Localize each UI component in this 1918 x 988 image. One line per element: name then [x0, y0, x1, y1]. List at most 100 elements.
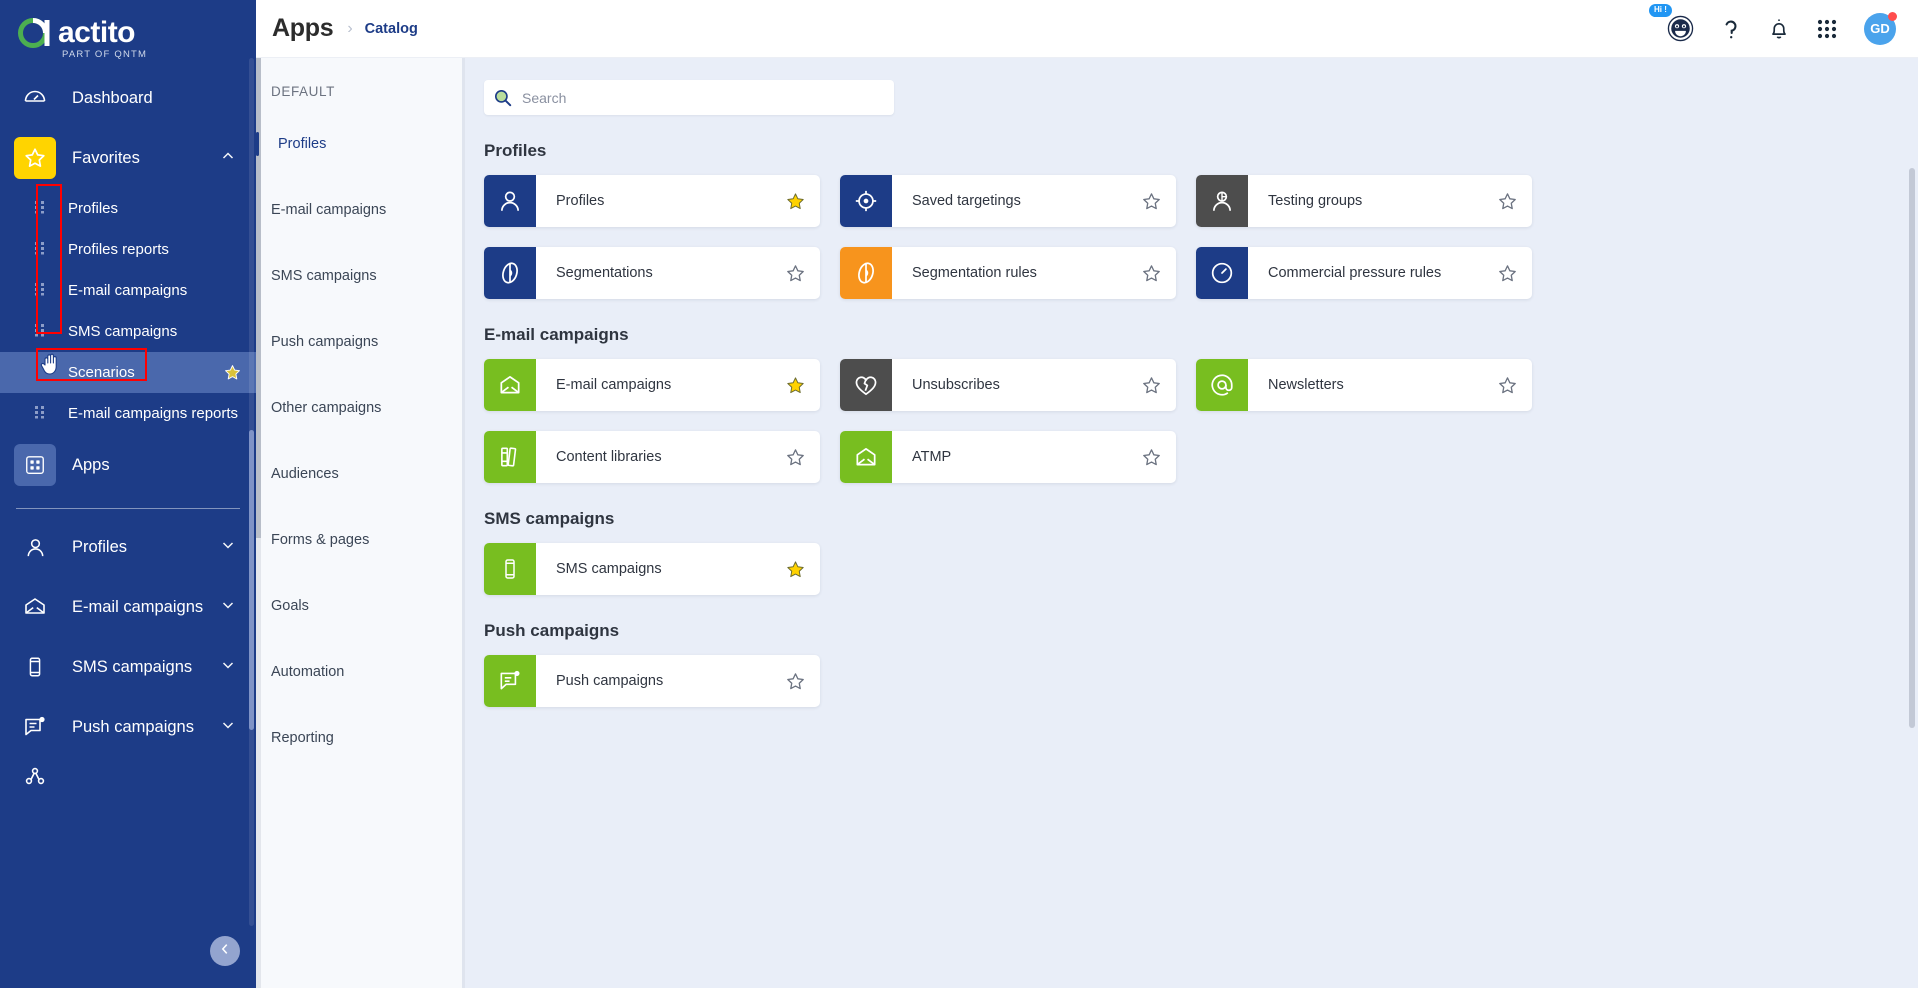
app-card-segmentations[interactable]: Segmentations [484, 247, 820, 299]
category-item-goals[interactable]: Goals [256, 595, 462, 617]
app-card-atmp[interactable]: ATMP [840, 431, 1176, 483]
favorite-star-icon[interactable] [1140, 375, 1162, 396]
chevron-down-icon[interactable] [220, 657, 236, 678]
sidebar-item-favorite-email-campaigns[interactable]: E-mail campaigns [0, 270, 256, 311]
sidebar-item-profiles[interactable]: Profiles [0, 517, 256, 577]
app-card-sms-campaigns[interactable]: SMS campaigns [484, 543, 820, 595]
chatbot-icon[interactable]: Hi ! [1649, 4, 1694, 42]
app-card-label: E-mail campaigns [556, 377, 672, 393]
sidebar-item-favorite-email-campaigns-reports[interactable]: E-mail campaigns reports [0, 393, 256, 434]
search-box[interactable] [484, 80, 894, 115]
content-scrollbar-thumb[interactable] [1909, 168, 1915, 728]
favorite-star-icon[interactable] [1496, 375, 1518, 396]
favorite-star-icon[interactable] [784, 559, 806, 580]
app-card-push-campaigns[interactable]: Push campaigns [484, 655, 820, 707]
app-card-email-campaigns[interactable]: E-mail campaigns [484, 359, 820, 411]
person-icon [484, 175, 536, 227]
category-item-push-campaigns[interactable]: Push campaigns [256, 331, 462, 353]
question-mark-icon[interactable] [1720, 17, 1742, 41]
sidebar-item-dashboard[interactable]: Dashboard [0, 68, 256, 128]
section-title-profiles: Profiles [484, 141, 547, 160]
category-item-reporting[interactable]: Reporting [256, 727, 462, 749]
grid-dots-icon[interactable] [1816, 18, 1838, 40]
app-card-commercial-pressure-rules[interactable]: Commercial pressure rules [1196, 247, 1532, 299]
search-input[interactable] [522, 89, 884, 106]
person-split-icon [1196, 175, 1248, 227]
sidebar-item-favorites[interactable]: Favorites [0, 128, 256, 188]
grip-icon[interactable] [34, 405, 50, 423]
favorite-star-icon[interactable] [1140, 191, 1162, 212]
app-card-saved-targetings[interactable]: Saved targetings [840, 175, 1176, 227]
favorite-star-icon[interactable] [1496, 263, 1518, 284]
sidebar-item-favorite-scenarios[interactable]: Scenarios [0, 352, 256, 393]
app-card-label: Segmentations [556, 265, 653, 281]
sidebar-item-partial[interactable] [0, 757, 256, 797]
at-sign-icon [1196, 359, 1248, 411]
favorite-star-icon[interactable] [784, 263, 806, 284]
bell-icon[interactable] [1768, 17, 1790, 41]
card-row: E-mail campaigns Unsubscribes Newsletter… [462, 359, 1918, 411]
brand-logo[interactable]: actito PART OF QNTM [0, 0, 256, 68]
grip-icon[interactable] [34, 282, 50, 300]
actito-logo-mark [18, 16, 52, 50]
grip-icon[interactable] [34, 200, 50, 218]
category-item-email-campaigns[interactable]: E-mail campaigns [256, 199, 462, 221]
avatar-alert-dot [1888, 11, 1897, 21]
sidebar-scrollbar-thumb[interactable] [249, 430, 254, 730]
pie-chart-icon [840, 247, 892, 299]
app-card-label: Commercial pressure rules [1268, 265, 1442, 281]
pie-chart-icon [484, 247, 536, 299]
sidebar-item-label: Profiles reports [68, 241, 169, 258]
favorite-star-icon[interactable] [1140, 447, 1162, 468]
chevron-down-icon[interactable] [220, 717, 236, 738]
grip-icon[interactable] [34, 241, 50, 259]
favorite-star-icon[interactable] [784, 671, 806, 692]
category-item-other-campaigns[interactable]: Other campaigns [256, 397, 462, 419]
sidebar-item-sms-campaigns[interactable]: SMS campaigns [0, 637, 256, 697]
app-card-newsletters[interactable]: Newsletters [1196, 359, 1532, 411]
chevron-down-icon[interactable] [220, 597, 236, 618]
hand-cursor-icon [40, 352, 62, 381]
sidebar-item-favorite-profiles[interactable]: Profiles [0, 188, 256, 229]
app-card-content-libraries[interactable]: Content libraries [484, 431, 820, 483]
favorite-star-icon[interactable] [784, 191, 806, 212]
grip-icon[interactable] [34, 323, 50, 341]
sidebar-divider [16, 508, 240, 509]
avatar[interactable]: GD [1864, 11, 1897, 45]
left-navigation: actito PART OF QNTM Dashboard Favorites [0, 0, 256, 988]
page-title: Apps [272, 14, 334, 42]
sidebar-item-favorite-sms-campaigns[interactable]: SMS campaigns [0, 311, 256, 352]
sidebar-item-push-campaigns[interactable]: Push campaigns [0, 697, 256, 757]
gauge-icon [1196, 247, 1248, 299]
sidebar-item-apps[interactable]: Apps [0, 434, 256, 496]
favorite-star-icon[interactable] [1140, 263, 1162, 284]
app-card-unsubscribes[interactable]: Unsubscribes [840, 359, 1176, 411]
category-item-automation[interactable]: Automation [256, 661, 462, 683]
sidebar-item-label: Dashboard [72, 88, 153, 107]
sidebar-item-label: E-mail campaigns reports [68, 405, 239, 422]
app-card-profiles[interactable]: Profiles [484, 175, 820, 227]
chevron-left-icon [218, 942, 232, 961]
favorite-star-icon[interactable] [784, 447, 806, 468]
category-item-profiles[interactable]: Profiles [256, 132, 462, 156]
category-item-audiences[interactable]: Audiences [256, 463, 462, 485]
sidebar-item-favorite-profiles-reports[interactable]: Profiles reports [0, 229, 256, 270]
card-row: Push campaigns [462, 655, 1918, 707]
favorite-star-icon[interactable] [1496, 191, 1518, 212]
app-card-segmentation-rules[interactable]: Segmentation rules [840, 247, 1176, 299]
app-card-label: ATMP [912, 449, 952, 465]
category-item-forms-pages[interactable]: Forms & pages [256, 529, 462, 551]
sidebar-item-email-campaigns[interactable]: E-mail campaigns [0, 577, 256, 637]
category-item-sms-campaigns[interactable]: SMS campaigns [256, 265, 462, 287]
breadcrumb-catalog[interactable]: Catalog [365, 21, 418, 37]
avatar-initials: GD [1870, 21, 1890, 36]
body-row: DEFAULT Profiles E-mail campaigns SMS ca… [256, 58, 1918, 988]
app-card-testing-groups[interactable]: Testing groups [1196, 175, 1532, 227]
main-region: Apps › Catalog Hi ! GD DEFAULT Profiles … [256, 0, 1918, 988]
card-row: SMS campaigns [462, 543, 1918, 595]
sidebar-collapse-button[interactable] [210, 936, 240, 966]
chevron-down-icon[interactable] [220, 537, 236, 558]
favorite-star-icon[interactable] [784, 375, 806, 396]
chevron-up-icon[interactable] [220, 148, 236, 169]
favorite-star-icon[interactable] [223, 363, 242, 386]
